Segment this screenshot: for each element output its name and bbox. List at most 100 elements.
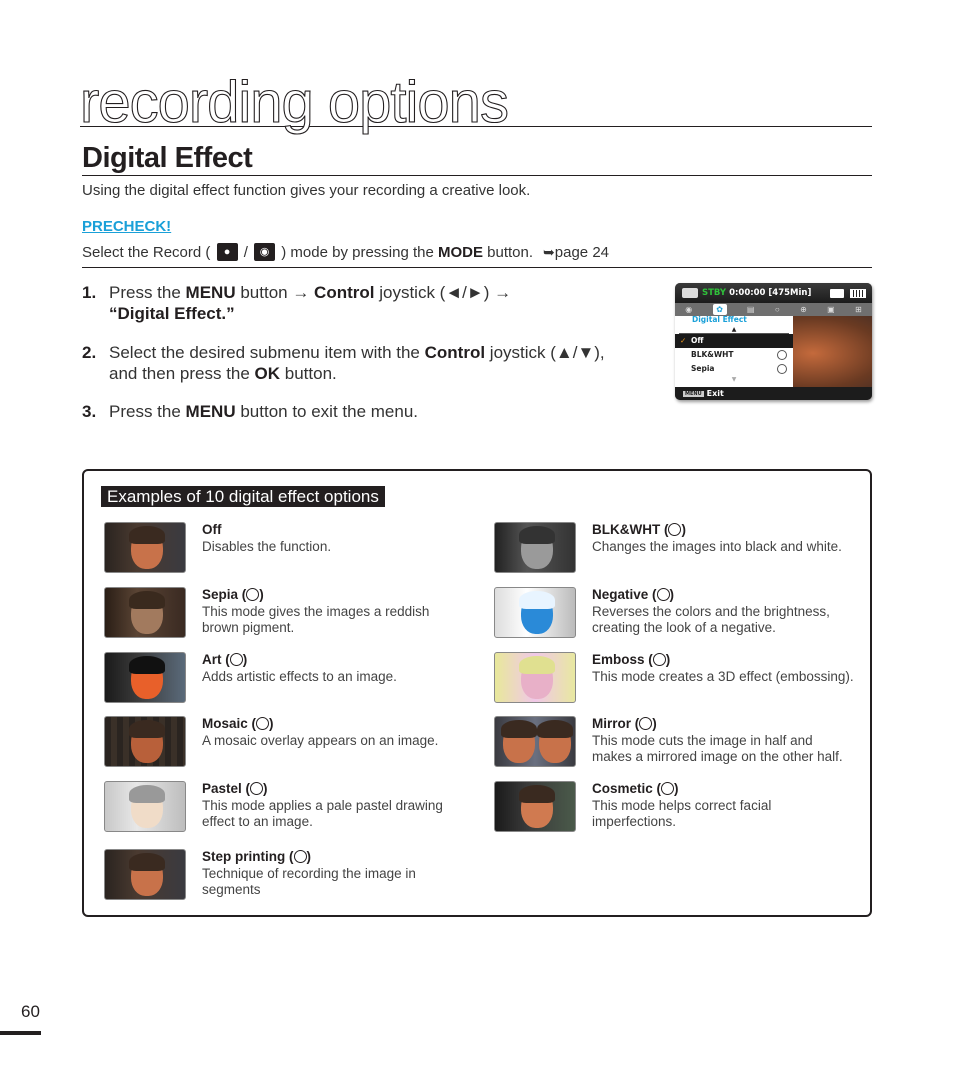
zoom-icon: ⊕ bbox=[800, 305, 807, 314]
hair-shape bbox=[129, 853, 165, 871]
effect-description: Disables the function. bbox=[202, 538, 332, 554]
step-text: Select the desired submenu item with the bbox=[109, 343, 425, 362]
example-text: Mosaic () A mosaic overlay appears on an … bbox=[202, 716, 464, 749]
lcd-status-bar: STBY 0:00:00 [475Min] bbox=[675, 283, 872, 303]
example-text: Emboss () This mode creates a 3D effect (… bbox=[592, 652, 854, 685]
paren: ) bbox=[681, 522, 686, 537]
effect-description: This mode creates a 3D effect (embossing… bbox=[592, 668, 854, 684]
negative-icon bbox=[656, 588, 670, 601]
step-number: 2. bbox=[82, 343, 97, 362]
intro-text: Using the digital effect function gives … bbox=[82, 182, 531, 199]
example-item: Off Disables the function. bbox=[104, 522, 464, 582]
paren: ) bbox=[674, 781, 679, 796]
effect-name: Step printing bbox=[202, 849, 286, 864]
effect-name: Negative bbox=[592, 587, 649, 602]
example-text: Art () Adds artistic effects to an image. bbox=[202, 652, 464, 685]
paren: ) bbox=[259, 587, 264, 602]
page-number-bar bbox=[0, 1031, 41, 1035]
precheck-text-after: ) mode by pressing the bbox=[277, 244, 438, 261]
step-text: button to exit the menu. bbox=[235, 402, 419, 421]
hair-shape bbox=[129, 720, 165, 738]
lcd-menu-item-blkwht: BLK&WHT bbox=[675, 348, 793, 362]
step-keyword: OK bbox=[254, 364, 281, 383]
precheck-instruction: Select the Record ( ● / ◉ ) mode by pres… bbox=[82, 243, 872, 268]
paren: ( bbox=[652, 781, 662, 796]
hair-shape bbox=[519, 656, 555, 674]
paren: ( bbox=[238, 587, 247, 602]
examples-box: Examples of 10 digital effect options Of… bbox=[82, 469, 872, 917]
hair-shape bbox=[519, 591, 555, 609]
example-thumbnail bbox=[494, 716, 576, 767]
tab-icon: ▣ bbox=[827, 305, 835, 314]
hair-shape bbox=[519, 526, 555, 544]
hair-shape bbox=[129, 591, 165, 609]
example-thumbnail bbox=[494, 522, 576, 573]
menu-key-icon: MENU bbox=[683, 390, 704, 397]
example-item: Cosmetic () This mode helps correct facia… bbox=[494, 781, 854, 841]
paren: ( bbox=[285, 849, 294, 864]
lcd-menu-item-label: Off bbox=[691, 336, 704, 345]
effect-name: Pastel bbox=[202, 781, 242, 796]
step-printing-icon bbox=[293, 850, 307, 863]
grid-icon: ⊞ bbox=[855, 305, 862, 314]
paren: ) bbox=[306, 849, 312, 864]
paren: ( bbox=[241, 781, 251, 796]
lcd-menu-item-label: Sepia bbox=[691, 364, 715, 373]
lcd-exit-label: Exit bbox=[706, 389, 724, 398]
lcd-menu-title: Digital Effect bbox=[692, 315, 747, 324]
example-text: BLK&WHT () Changes the images into black … bbox=[592, 522, 854, 555]
effect-name: Off bbox=[202, 522, 222, 537]
step-keyword: Control bbox=[424, 343, 486, 362]
example-thumbnail bbox=[494, 587, 576, 638]
effect-description: Reverses the colors and the brightness, … bbox=[592, 603, 830, 636]
lcd-menu-item-sepia: Sepia bbox=[675, 362, 793, 376]
paren: ( bbox=[660, 522, 669, 537]
hair-shape bbox=[537, 720, 573, 738]
mirror-icon bbox=[639, 717, 653, 730]
effect-description: This mode gives the images a reddish bro… bbox=[202, 603, 430, 636]
lcd-status: STBY bbox=[702, 288, 727, 298]
paren: ) bbox=[242, 652, 248, 667]
effect-name: Art bbox=[202, 652, 222, 667]
example-thumbnail bbox=[104, 716, 186, 767]
step-keyword: MENU bbox=[185, 402, 236, 421]
movie-camera-icon: ● bbox=[216, 243, 238, 261]
example-text: Step printing () Technique of recording t… bbox=[202, 849, 464, 899]
paren: ( bbox=[631, 716, 640, 731]
example-text: Mirror () This mode cuts the image in hal… bbox=[592, 716, 854, 766]
lcd-exit-bar: MENU Exit bbox=[675, 387, 872, 400]
effect-description: Adds artistic effects to an image. bbox=[202, 668, 397, 684]
step-number: 3. bbox=[82, 402, 97, 421]
step-text: joystick (▲/▼), bbox=[485, 343, 605, 362]
effect-description: This mode cuts the image in half and mak… bbox=[592, 732, 843, 765]
example-thumbnail bbox=[104, 652, 186, 703]
scene-icon: ◉ bbox=[685, 305, 693, 314]
example-item: Pastel () This mode applies a pale pastel… bbox=[104, 781, 464, 841]
step-text: Press the bbox=[109, 283, 186, 302]
bw-icon bbox=[777, 350, 787, 360]
step-number: 1. bbox=[82, 283, 97, 302]
effect-name: Sepia bbox=[202, 587, 239, 602]
paren: ( bbox=[644, 652, 653, 667]
sepia-icon bbox=[777, 364, 787, 374]
scroll-down-icon: ▼ bbox=[731, 376, 737, 383]
lcd-time: 0:00:00 [475Min] bbox=[729, 288, 812, 298]
paren: ) bbox=[263, 781, 268, 796]
effect-name: BLK&WHT bbox=[592, 522, 661, 537]
check-icon: ✓ bbox=[680, 336, 687, 345]
hair-shape bbox=[129, 526, 165, 544]
effect-name: Emboss bbox=[592, 652, 645, 667]
paren: ) bbox=[665, 652, 671, 667]
step-text: button → bbox=[235, 283, 315, 302]
example-text: Sepia () This mode gives the images a red… bbox=[202, 587, 464, 637]
lcd-screen-illustration: STBY 0:00:00 [475Min] ◉ ✿ ▤ ○ ⊕ ▣ ⊞ Digi… bbox=[675, 283, 872, 400]
hair-shape bbox=[519, 785, 555, 803]
effect-description: Technique of recording the image in segm… bbox=[202, 865, 416, 898]
example-text: Negative () Reverses the colors and the b… bbox=[592, 587, 854, 637]
digital-effect-tab-icon: ✿ bbox=[712, 304, 727, 315]
precheck-text-end: button. bbox=[483, 244, 534, 261]
camcorder-mode-icon bbox=[682, 288, 698, 298]
step-text: Press the bbox=[109, 402, 186, 421]
example-item: Mirror () This mode cuts the image in hal… bbox=[494, 716, 854, 776]
example-item: Step printing () Technique of recording t… bbox=[104, 849, 464, 909]
